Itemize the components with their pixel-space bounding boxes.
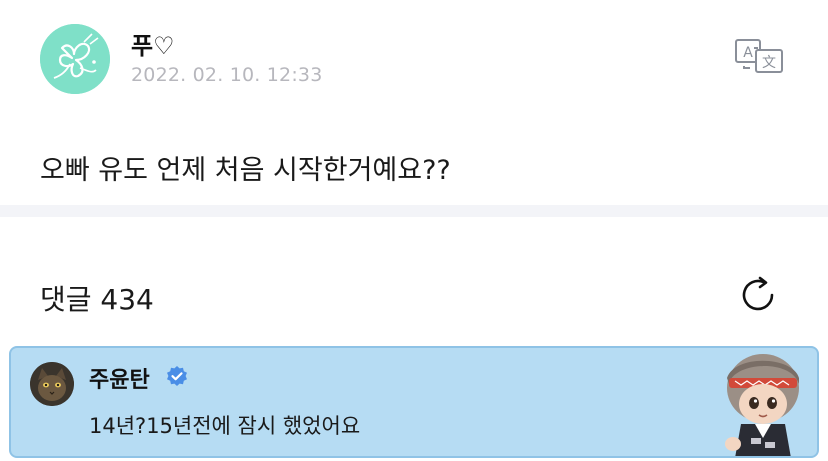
character-sticker <box>711 348 815 456</box>
post-header: 푸♡ 2022. 02. 10. 12:33 A 文 <box>0 0 828 110</box>
svg-text:文: 文 <box>762 55 776 71</box>
refresh-icon <box>742 276 774 311</box>
verified-check-icon <box>167 366 187 386</box>
post-author-name[interactable]: 푸♡ <box>131 26 175 61</box>
avatar[interactable] <box>40 24 110 94</box>
comments-count-header: 댓글 434 <box>40 283 154 316</box>
post-text: 오빠 유도 언제 처음 시작한거예요?? <box>40 155 451 186</box>
reply-text: 14년?15년전에 잠시 했었어요 <box>89 414 361 438</box>
verified-badge <box>165 365 189 389</box>
refresh-button[interactable] <box>738 274 780 316</box>
cat-avatar-icon <box>30 362 74 406</box>
translate-icon: A 文 <box>735 39 783 73</box>
svg-text:A: A <box>743 45 753 61</box>
butterfly-doodle-icon <box>40 24 110 94</box>
chibi-character-icon <box>725 354 799 456</box>
section-divider <box>0 205 828 217</box>
post-timestamp: 2022. 02. 10. 12:33 <box>131 64 323 86</box>
reply-author-name[interactable]: 주윤탄 <box>89 362 150 394</box>
translate-button[interactable]: A 文 <box>734 38 786 74</box>
artist-reply-card[interactable]: 주윤탄 14년?15년전에 잠시 했었어요 <box>9 346 819 458</box>
reply-author-avatar[interactable] <box>30 362 74 406</box>
